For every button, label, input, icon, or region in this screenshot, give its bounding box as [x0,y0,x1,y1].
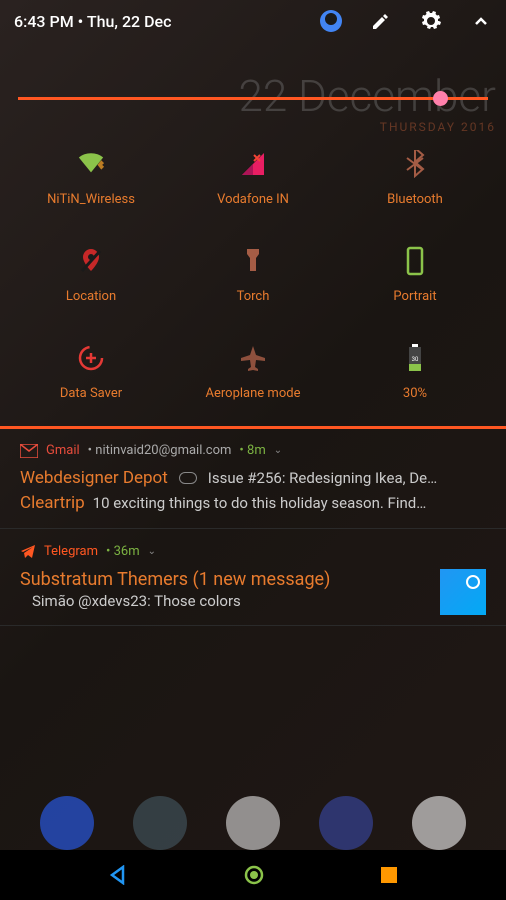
wifi-icon [77,150,105,178]
brightness-thumb[interactable] [433,91,448,106]
tile-label: 30% [403,386,427,401]
notif-sender: Cleartrip [20,493,85,513]
tile-wifi[interactable]: NiTiN_Wireless [10,150,172,207]
notif-body: Substratum Themers (1 new message) Simão… [20,569,486,615]
back-icon[interactable] [108,865,128,885]
tile-label: Portrait [393,289,436,304]
dock-app[interactable] [40,796,94,850]
notif-time: • 8m [239,443,265,458]
notif-app-name: Gmail [46,443,80,458]
chevron-down-icon[interactable]: ⌄ [274,445,282,456]
notif-item: Webdesigner Depot Issue #256: Redesignin… [20,468,486,488]
recent-icon[interactable] [380,866,398,884]
notif-content: Substratum Themers (1 new message) Simão… [20,569,430,610]
tile-rotation[interactable]: Portrait [334,247,496,304]
notif-time: • 36m [106,544,140,559]
chevron-up-icon[interactable] [470,10,492,32]
notif-sender: Webdesigner Depot [20,468,168,488]
tile-label: Bluetooth [387,192,443,207]
edit-icon[interactable] [370,10,392,32]
tile-bluetooth[interactable]: Bluetooth [334,150,496,207]
navigation-bar [0,850,506,900]
quick-tiles: NiTiN_Wireless Vodafone IN Bluetooth Loc… [0,100,506,421]
tile-torch[interactable]: Torch [172,247,334,304]
telegram-icon [20,543,36,559]
dock-app[interactable] [133,796,187,850]
status-actions [320,10,492,32]
tile-airplane[interactable]: Aeroplane mode [172,344,334,401]
tile-label: Torch [237,289,270,304]
airplane-icon [239,344,267,372]
notif-text: 10 exciting things to do this holiday se… [93,494,427,512]
avatar-icon[interactable] [320,10,342,32]
tile-data-saver[interactable]: Data Saver [10,344,172,401]
notif-title: Substratum Themers (1 new message) [20,569,430,590]
signal-icon [239,150,267,178]
chevron-down-icon[interactable]: ⌄ [148,546,156,557]
battery-icon: 30 [401,344,429,372]
notification-shade: 6:43 PM • Thu, 22 Dec NiTiN_Wireless Vod… [0,0,506,626]
notif-detail: Simão @xdevs23: Those colors [32,592,430,610]
status-bar: 6:43 PM • Thu, 22 Dec [0,0,506,42]
attachment-icon [179,472,197,484]
notif-item: Cleartrip 10 exciting things to do this … [20,493,486,513]
notification-gmail[interactable]: Gmail • nitinvaid20@gmail.com • 8m ⌄ Web… [0,429,506,529]
notif-thumbnail [440,569,486,615]
status-time-date: 6:43 PM • Thu, 22 Dec [14,12,320,31]
notif-sub: • nitinvaid20@gmail.com [88,443,232,458]
home-icon[interactable] [243,864,265,886]
torch-icon [239,247,267,275]
location-icon [77,247,105,275]
notif-header: Telegram • 36m ⌄ [20,543,486,559]
brightness-slider[interactable] [18,97,488,100]
tile-battery[interactable]: 30 30% [334,344,496,401]
svg-text:30: 30 [412,356,419,363]
portrait-icon [401,247,429,275]
bluetooth-icon [401,150,429,178]
home-dock [0,796,506,850]
gmail-icon [20,444,38,458]
dock-app[interactable] [412,796,466,850]
tile-label: Location [66,289,116,304]
tile-label: Vodafone IN [217,192,289,207]
notification-telegram[interactable]: Telegram • 36m ⌄ Substratum Themers (1 n… [0,529,506,626]
data-saver-icon [77,344,105,372]
notif-header: Gmail • nitinvaid20@gmail.com • 8m ⌄ [20,443,486,458]
notif-app-name: Telegram [44,544,98,559]
tile-label: NiTiN_Wireless [47,192,135,207]
dock-app[interactable] [226,796,280,850]
tile-location[interactable]: Location [10,247,172,304]
tile-cellular[interactable]: Vodafone IN [172,150,334,207]
tile-label: Aeroplane mode [206,386,301,401]
notif-text: Issue #256: Redesigning Ikea, De… [208,469,437,487]
tile-label: Data Saver [60,386,122,401]
gear-icon[interactable] [420,10,442,32]
dock-app[interactable] [319,796,373,850]
